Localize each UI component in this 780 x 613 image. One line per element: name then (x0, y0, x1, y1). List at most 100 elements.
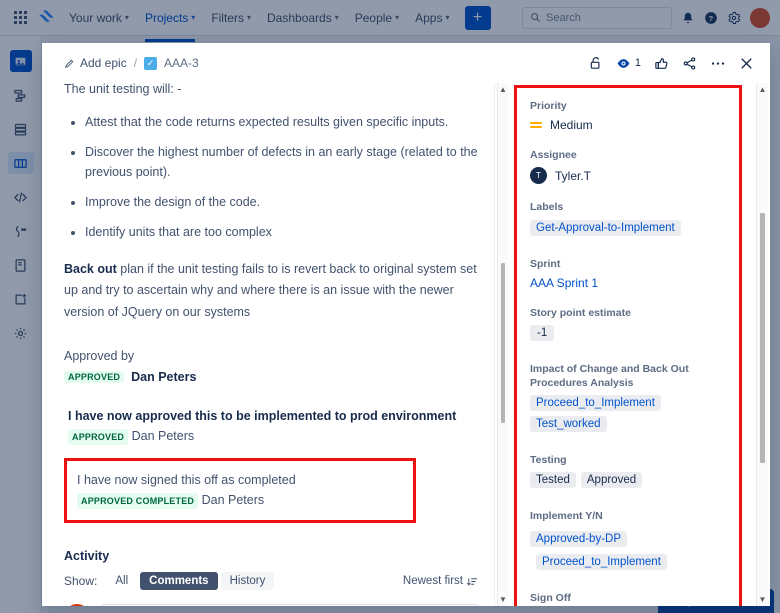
watch-control[interactable]: 1 (616, 56, 641, 71)
scrollbar-track[interactable]: ▲ ▼ (756, 83, 768, 606)
top-navigation: Your work ▾ Projects ▾ Filters ▾ Dashboa… (0, 0, 780, 36)
chevron-down-icon: ▾ (191, 13, 195, 22)
close-icon[interactable] (739, 56, 754, 71)
nav-item-filters[interactable]: Filters ▾ (204, 3, 258, 33)
activity-section: Activity Show: All Comments History Newe… (64, 549, 478, 606)
details-scrollbar[interactable]: ▲ ▼ (754, 83, 770, 606)
field-label: Priority (530, 99, 736, 113)
nav-label: Your work (69, 11, 122, 25)
project-sidebar (0, 36, 42, 613)
search-input[interactable]: Search (522, 7, 672, 29)
issue-key[interactable]: AAA-3 (164, 56, 199, 70)
project-settings-icon[interactable] (8, 322, 34, 344)
releases-icon[interactable] (8, 220, 34, 242)
avatar: DS (64, 604, 90, 606)
tab-history[interactable]: History (221, 572, 275, 590)
bell-icon[interactable] (681, 11, 695, 25)
field-labels: Labels Get-Approval-to-Implement (530, 200, 736, 240)
field-testing: Testing Tested Approved (530, 453, 736, 493)
field-value[interactable]: Medium (530, 118, 736, 132)
scrollbar-track[interactable]: ▲ ▼ (497, 83, 508, 606)
field-value[interactable]: Proceed_to_Implement Test_worked (530, 395, 736, 437)
scroll-up-arrow-icon[interactable]: ▲ (498, 83, 508, 96)
testing-tag[interactable]: Approved (581, 472, 642, 488)
apps-grid-icon[interactable] (8, 6, 32, 30)
status-badge: APPROVED (68, 429, 128, 445)
nav-item-people[interactable]: People ▾ (348, 3, 406, 33)
field-value[interactable]: -1 (530, 325, 736, 346)
issue-detail-modal: Add epic / ✓ AAA-3 1 (42, 43, 770, 606)
sprint-link[interactable]: AAA Sprint 1 (530, 276, 736, 290)
priority-value: Medium (550, 118, 593, 132)
user-avatar[interactable] (750, 8, 770, 28)
story-point-value[interactable]: -1 (530, 325, 554, 341)
jira-logo-icon[interactable] (34, 6, 60, 30)
nav-item-dashboards[interactable]: Dashboards ▾ (260, 3, 346, 33)
add-item-icon[interactable] (8, 288, 34, 310)
comment-input[interactable]: Add a comment... (101, 604, 478, 606)
share-icon[interactable] (682, 56, 697, 71)
project-avatar-icon[interactable] (10, 50, 32, 72)
tab-comments[interactable]: Comments (140, 572, 217, 590)
code-icon[interactable] (8, 186, 34, 208)
add-epic-button[interactable]: Add epic (64, 56, 127, 70)
nav-label: Dashboards (267, 11, 332, 25)
chevron-down-icon: ▾ (445, 13, 449, 22)
field-value[interactable]: Get-Approval-to-Implement (530, 220, 736, 241)
screen: Your work ▾ Projects ▾ Filters ▾ Dashboa… (0, 0, 780, 613)
label-tag[interactable]: Get-Approval-to-Implement (530, 220, 681, 236)
impact-tag[interactable]: Proceed_to_Implement (530, 395, 661, 411)
priority-medium-icon (530, 122, 542, 128)
approval-statement-2: I have now signed this off as completed … (77, 470, 403, 510)
field-label: Assignee (530, 148, 736, 162)
approver-name: Dan Peters (131, 370, 196, 384)
list-item: Improve the design of the code. (85, 192, 478, 212)
field-label: Story point estimate (530, 306, 736, 320)
nav-item-your-work[interactable]: Your work ▾ (62, 3, 136, 33)
scrollbar-thumb[interactable] (501, 263, 505, 423)
implement-tag[interactable]: Approved-by-DP (530, 531, 627, 547)
board-icon[interactable] (8, 152, 34, 174)
description-scrollbar[interactable]: ▲ ▼ (494, 83, 510, 606)
tab-all[interactable]: All (106, 572, 137, 590)
roadmap-icon[interactable] (8, 84, 34, 106)
thumbs-up-icon[interactable] (654, 56, 669, 71)
watch-eye-icon (616, 56, 631, 71)
sort-order-button[interactable]: Newest first (403, 575, 478, 587)
testing-tag[interactable]: Tested (530, 472, 576, 488)
scroll-down-arrow-icon[interactable]: ▼ (757, 593, 768, 606)
nav-item-projects[interactable]: Projects ▾ (138, 3, 202, 33)
help-icon[interactable]: ? (704, 11, 718, 25)
field-label: Impact of Change and Back Out Procedures… (530, 362, 736, 390)
impact-tag[interactable]: Test_worked (530, 416, 607, 432)
gear-icon[interactable] (727, 11, 741, 25)
scroll-up-arrow-icon[interactable]: ▲ (757, 83, 768, 96)
field-impact-of-change: Impact of Change and Back Out Procedures… (530, 362, 736, 437)
watch-count: 1 (635, 57, 641, 69)
nav-item-apps[interactable]: Apps ▾ (408, 3, 456, 33)
scroll-down-arrow-icon[interactable]: ▼ (498, 593, 508, 606)
modal-body: . .. The unit testing will: - Attest tha… (42, 83, 770, 606)
add-epic-label: Add epic (80, 56, 127, 70)
scrollbar-thumb[interactable] (760, 213, 765, 463)
list-item: Identify units that are too complex (85, 222, 478, 242)
field-value[interactable]: T Tyler.T (530, 167, 736, 184)
field-story-point-estimate: Story point estimate -1 (530, 306, 736, 346)
field-value[interactable]: Approved-by-DP Proceed_to_Implement (530, 529, 736, 575)
implement-tag[interactable]: Proceed_to_Implement (536, 554, 667, 570)
backlog-icon[interactable] (8, 118, 34, 140)
field-value[interactable]: Tested Approved (530, 472, 736, 493)
breadcrumb: Add epic / ✓ AAA-3 (64, 56, 199, 70)
create-button[interactable]: + (465, 6, 491, 30)
pages-icon[interactable] (8, 254, 34, 276)
approved-by-row: APPROVED Dan Peters (64, 370, 478, 384)
approved-by-label: Approved by (64, 349, 478, 363)
activity-tabs: All Comments History (106, 572, 274, 590)
field-label: Implement Y/N (530, 509, 736, 523)
chevron-down-icon: ▾ (335, 13, 339, 22)
details-fields: Priority Medium Assignee T Tyler.T (520, 91, 746, 606)
unlock-icon[interactable] (589, 56, 603, 71)
backout-paragraph: Back out plan if the unit testing fails … (64, 259, 478, 324)
more-options-icon[interactable] (710, 61, 726, 66)
field-sign-off: Sign Off Approved-by-DP (530, 591, 736, 606)
